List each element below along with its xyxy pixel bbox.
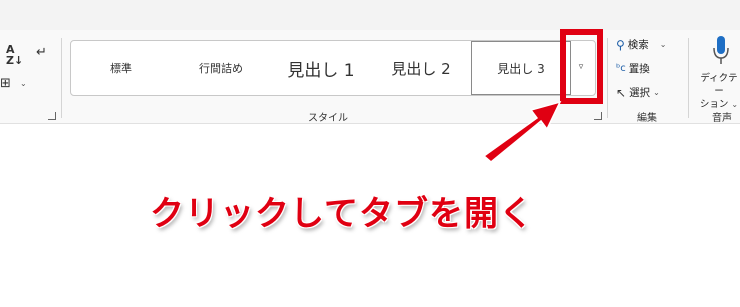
annotation-text: クリックしてタブを開く [150,194,534,234]
annotation-arrow [482,100,562,163]
